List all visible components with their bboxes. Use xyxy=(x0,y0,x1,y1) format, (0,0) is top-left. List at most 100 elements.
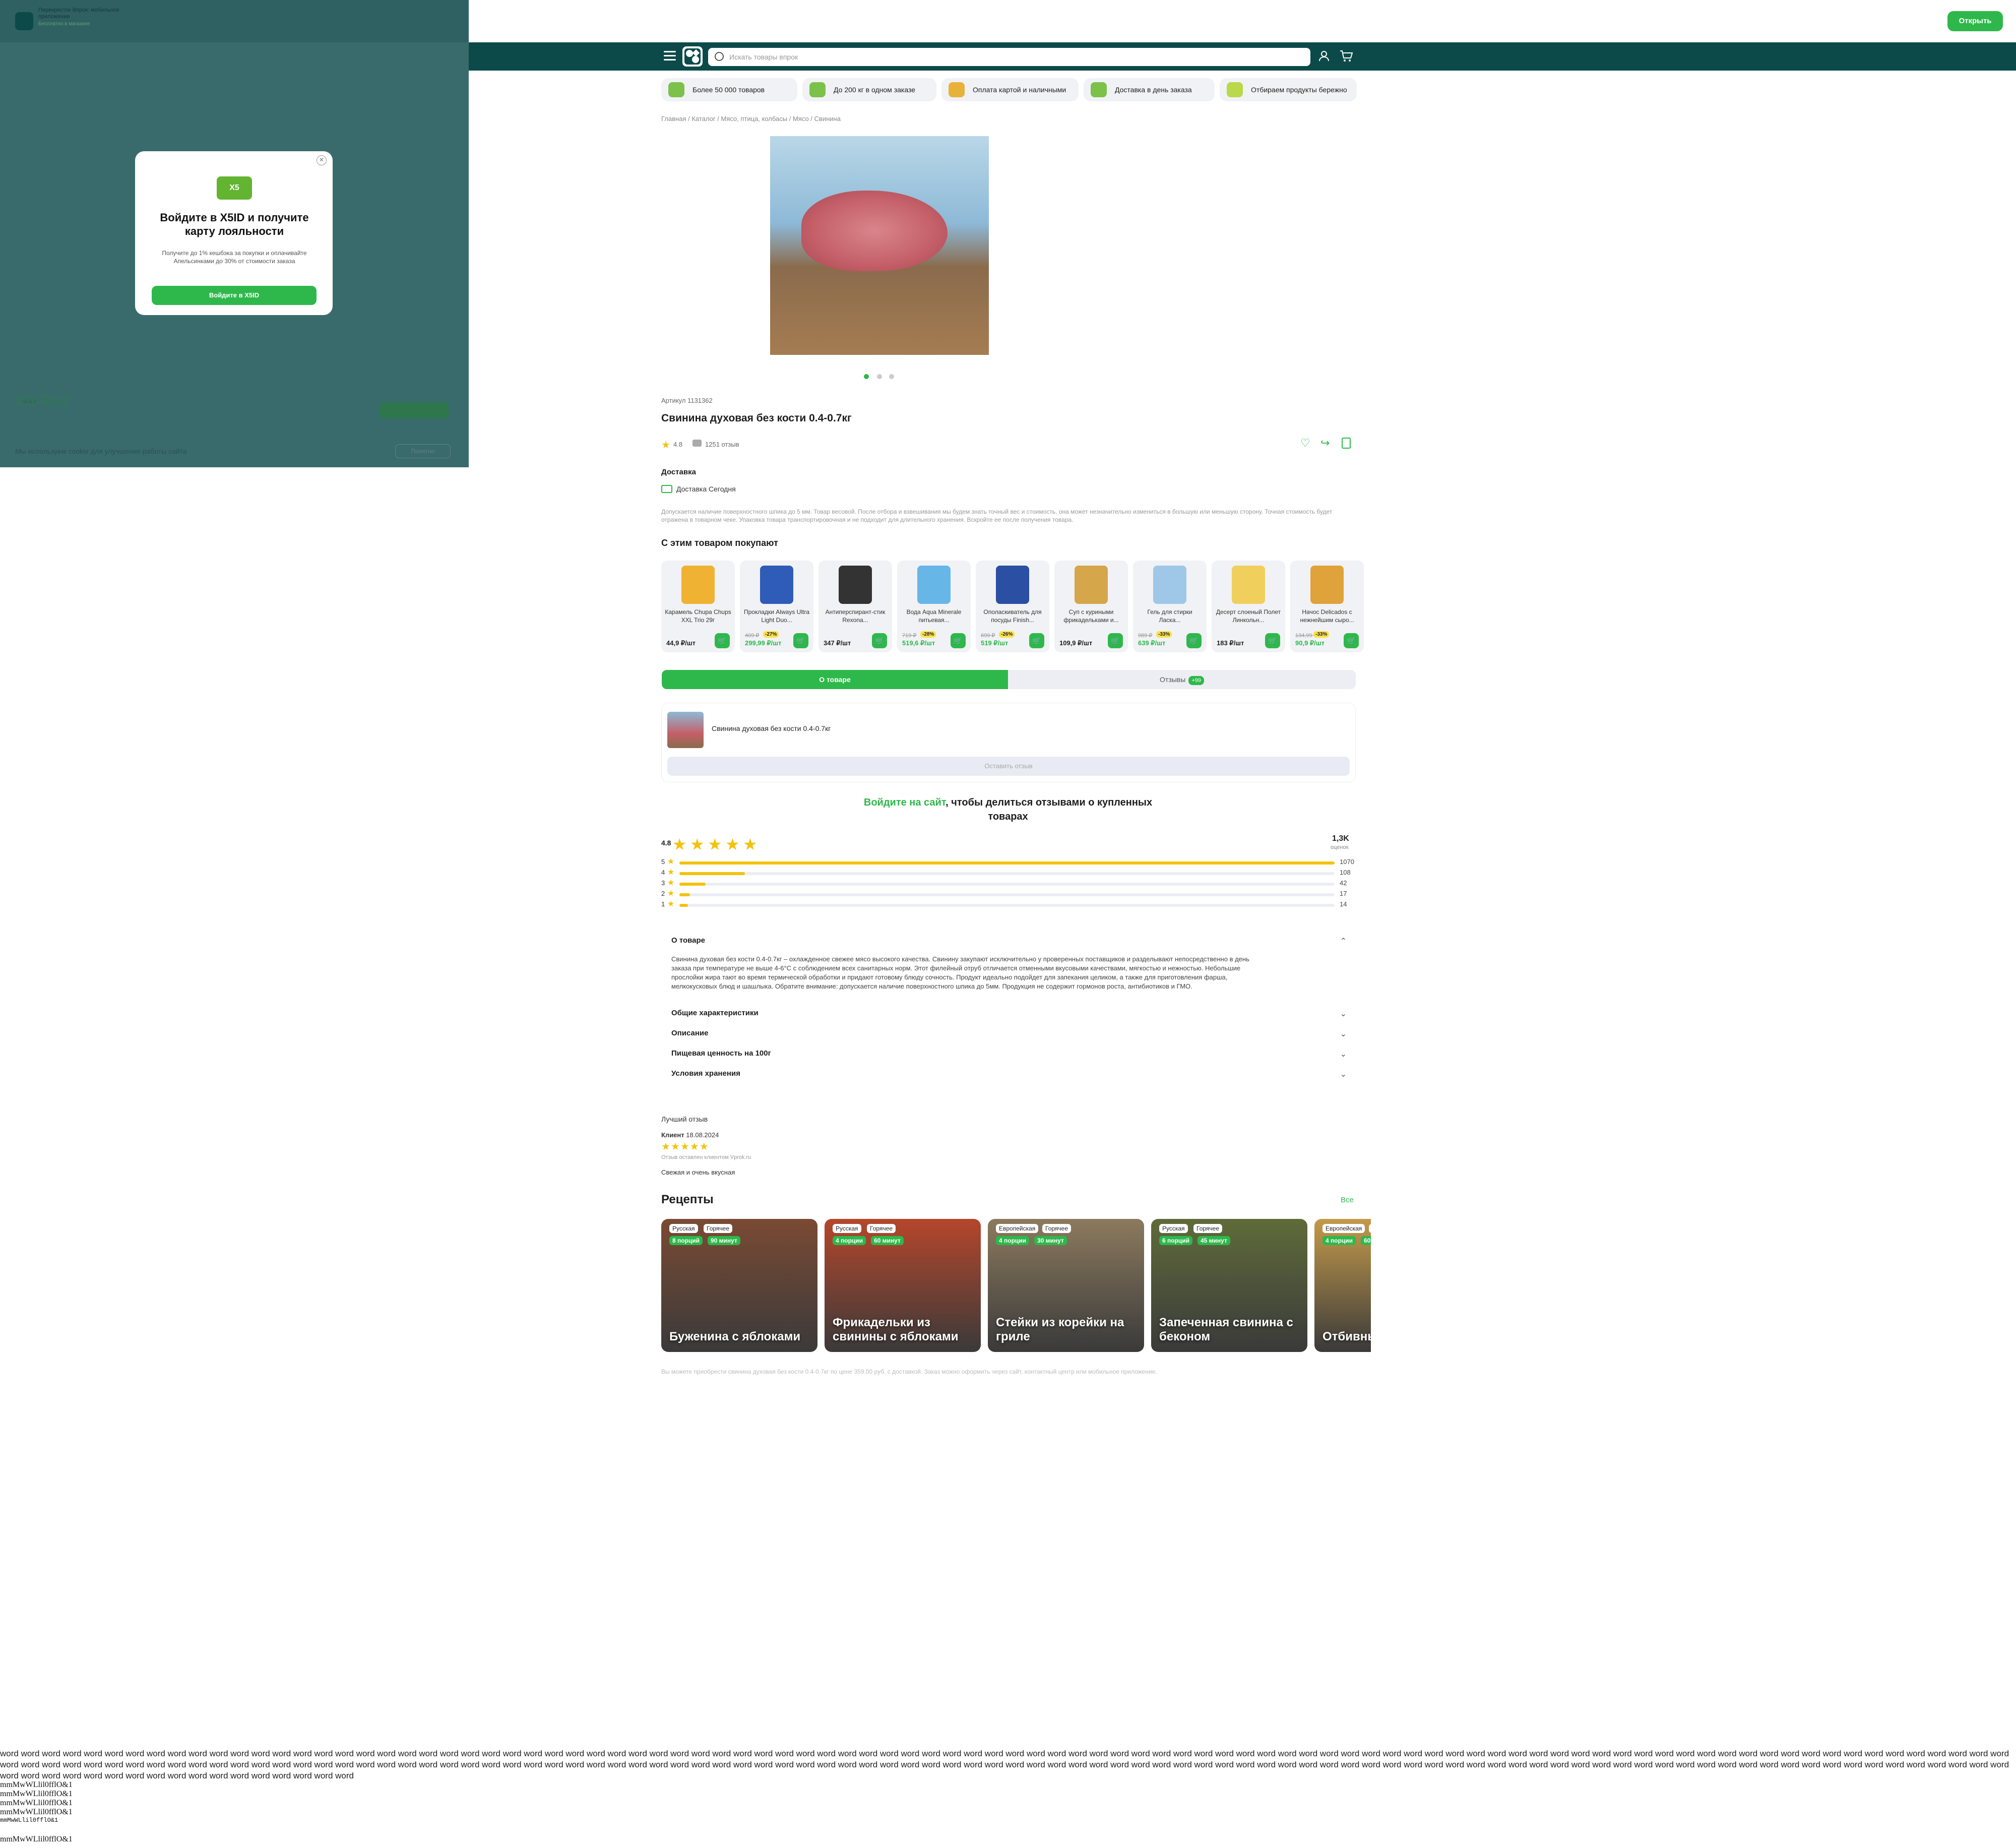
recipe-time: 60 минут xyxy=(871,1236,904,1245)
rating-row-fill xyxy=(679,872,745,875)
product-card[interactable]: Карамель Chupa Chups XXL Trio 29г 44,9 ₽/… xyxy=(661,561,735,652)
carousel-dot[interactable] xyxy=(864,374,869,379)
tab-about[interactable]: О товаре xyxy=(662,670,1008,689)
breadcrumb[interactable]: Главная / Каталог / Мясо, птица, колбасы… xyxy=(661,115,841,122)
rating-row-count: 14 xyxy=(1340,900,1347,908)
dimmed-add-to-cart-button xyxy=(379,402,449,418)
carousel-dot[interactable] xyxy=(889,374,894,379)
add-to-cart-icon[interactable]: 🛒 xyxy=(715,633,730,648)
product-card[interactable]: Антиперспирант-стик Rexona... 347 ₽/шт 🛒 xyxy=(818,561,892,652)
add-to-cart-icon[interactable]: 🛒 xyxy=(1029,633,1044,648)
product-card-price: 639 ₽/шт xyxy=(1138,639,1166,647)
discount-badge: -33% xyxy=(1313,631,1330,638)
recipe-portions: 4 порции xyxy=(996,1236,1030,1245)
accordion-about[interactable]: О товаре ⌃ xyxy=(671,936,1347,948)
truck-icon xyxy=(661,485,672,493)
user-icon[interactable] xyxy=(1318,50,1330,62)
recipe-time: 45 минут xyxy=(1198,1236,1230,1245)
product-card-old-price: 989 ₽ xyxy=(1138,633,1153,639)
recipe-tag-cuisine: Русская xyxy=(1159,1224,1188,1233)
product-card[interactable]: Ополаскиватель для посуды Finish... 699 ₽… xyxy=(976,561,1049,652)
modal-text: Получите до 1% кешбэка за покупки и опла… xyxy=(162,250,307,265)
recipe-card[interactable]: Русская Горячее 8 порций 90 минут Буженина с… xyxy=(661,1219,817,1352)
chevron-down-icon: ⌄ xyxy=(1340,1010,1347,1018)
rating-row-fill xyxy=(679,883,706,886)
product-card[interactable]: Начос Delicados с нежнейшим сыро... 134,9… xyxy=(1290,561,1364,652)
recipe-tag-type: Горячее xyxy=(867,1224,896,1233)
rating-row-fill xyxy=(679,904,688,907)
recipes-carousel[interactable]: Русская Горячее 8 порций 90 минут Буженина с… xyxy=(661,1219,1371,1352)
app-banner-title: Перекресток Впрок: мобильное приложение xyxy=(38,7,119,20)
add-to-cart-icon[interactable]: 🛒 xyxy=(872,633,887,648)
product-card-image xyxy=(1232,566,1265,604)
carousel-dot[interactable] xyxy=(877,374,882,379)
open-app-button[interactable]: Открыть xyxy=(1947,11,2003,31)
accordion-storage[interactable]: Условия хранения ⌄ xyxy=(671,1069,1347,1081)
recipe-portions: 6 порций xyxy=(1159,1236,1193,1245)
menu-icon[interactable] xyxy=(664,51,676,61)
accordion-description[interactable]: Описание ⌄ xyxy=(671,1029,1347,1041)
feature-item: Оплата картой и наличными xyxy=(941,78,1079,101)
rating-row-track xyxy=(679,904,1335,907)
best-review-author: Клиент 18.08.2024 xyxy=(661,1131,719,1139)
recipe-card[interactable]: Европейская Горячее 4 порции 30 минут Стейки… xyxy=(988,1219,1144,1352)
login-link[interactable]: Войдите на сайт xyxy=(864,797,946,808)
product-card-image xyxy=(917,566,951,604)
rating-row-stars: 2 xyxy=(661,890,665,897)
leave-review-button[interactable]: Оставить отзыв xyxy=(667,757,1350,776)
product-card[interactable]: Суп с куриными фрикадельками и... 109,9 ₽… xyxy=(1054,561,1128,652)
add-to-cart-icon[interactable]: 🛒 xyxy=(793,633,808,648)
recipe-tag-cuisine: Русская xyxy=(833,1224,861,1233)
product-card[interactable]: Гель для стирки Ласка... 989 ₽ -33% 639 ₽/ш… xyxy=(1133,561,1207,652)
best-review-stars: ★★★★★ xyxy=(661,1141,709,1152)
sample-glyphs: mmMwWLlil0fflO&1 xyxy=(0,1790,73,1798)
recipes-all-link[interactable]: Все xyxy=(1341,1196,1354,1204)
product-card-image xyxy=(681,566,715,604)
star-icon: ★ xyxy=(667,900,675,908)
recipe-tag-cuisine: Европейская xyxy=(1322,1224,1365,1233)
logo[interactable] xyxy=(682,46,703,67)
app-banner-subtitle: Бесплатно в магазине xyxy=(38,21,90,27)
recipe-card[interactable]: Русская Горячее 6 порций 45 минут Запеченная… xyxy=(1151,1219,1307,1352)
share-icon[interactable]: ↪ xyxy=(1320,437,1330,450)
tab-reviews[interactable]: Отзывы +99 xyxy=(1008,670,1356,689)
product-card-price: 109,9 ₽/шт xyxy=(1059,639,1093,647)
rating-row-count: 1070 xyxy=(1340,858,1354,866)
search-input[interactable]: Искать товары впрок xyxy=(708,48,1310,66)
feature-icon xyxy=(1227,82,1243,97)
heart-icon[interactable]: ♡ xyxy=(1300,437,1310,450)
product-card[interactable]: Прокладки Always Ultra Light Duo... 409 ₽… xyxy=(740,561,813,652)
add-to-cart-icon[interactable]: 🛒 xyxy=(951,633,966,648)
star-icon: ★ xyxy=(667,857,675,866)
add-to-cart-icon[interactable]: 🛒 xyxy=(1186,633,1202,648)
cart-icon[interactable] xyxy=(1340,50,1353,62)
x5-logo: X5 xyxy=(217,176,252,200)
product-card[interactable]: Вода Aqua Minerale питьевая... 719 ₽ -28% 5… xyxy=(897,561,971,652)
sample-glyphs: mmMwWLlil0fflO&1 xyxy=(0,1780,73,1789)
product-card-image xyxy=(996,566,1029,604)
product-card-image xyxy=(1075,566,1108,604)
product-card[interactable]: Десерт слоеный Полет Линкольн... 183 ₽/шт… xyxy=(1212,561,1285,652)
product-card-name: Гель для стирки Ласка... xyxy=(1147,608,1192,624)
reviews-count[interactable]: 1251 отзыв xyxy=(705,441,739,448)
modal-title: Войдите в X5ID и получите карту лояльнос… xyxy=(160,211,309,237)
accordion-nutrition[interactable]: Пищевая ценность на 100г ⌄ xyxy=(671,1049,1347,1061)
recipe-tag-cuisine: Русская xyxy=(669,1224,698,1233)
recipe-time: 90 минут xyxy=(708,1236,740,1245)
add-to-cart-icon[interactable]: 🛒 xyxy=(1344,633,1359,648)
recipe-card[interactable]: Русская Горячее 4 порции 60 минут Фрикадельк… xyxy=(825,1219,981,1352)
rating-row-track xyxy=(679,872,1335,875)
accordion-general[interactable]: Общие характеристики ⌄ xyxy=(671,1009,1347,1021)
list-icon[interactable] xyxy=(1342,438,1351,449)
close-icon[interactable]: ✕ xyxy=(317,155,327,165)
add-to-cart-icon[interactable]: 🛒 xyxy=(1265,633,1280,648)
x5id-login-button[interactable]: Войдите в X5ID xyxy=(152,286,317,305)
product-title: Свинина духовая без кости 0.4-0.7кг xyxy=(661,412,852,424)
discount-badge: -28% xyxy=(920,631,936,638)
add-to-cart-icon[interactable]: 🛒 xyxy=(1108,633,1123,648)
comment-icon xyxy=(692,440,702,447)
dimmed-price: 359 ₽/шт xyxy=(15,393,70,408)
recipe-card[interactable]: Европейская Горячее 4 порции 60 минут Отбивн… xyxy=(1314,1219,1371,1352)
review-product-name: Свинина духовая без кости 0.4-0.7кг xyxy=(712,724,831,732)
star-icon: ★ xyxy=(667,879,675,887)
